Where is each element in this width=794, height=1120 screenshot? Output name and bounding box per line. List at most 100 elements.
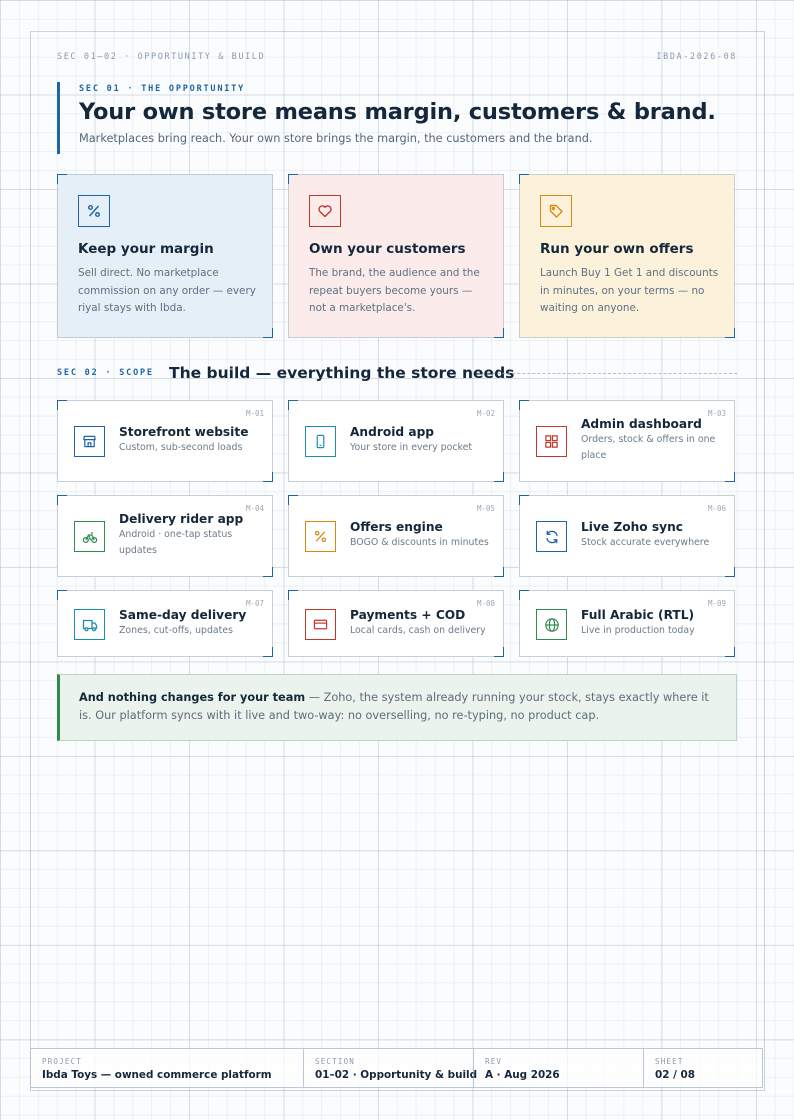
module-subtitle: Your store in every pocket (350, 442, 473, 453)
module-code: M-06 (707, 504, 726, 513)
module-subtitle: Local cards, cash on delivery (350, 625, 486, 636)
corner-mark (519, 174, 529, 184)
field-label: PROJECT (42, 1057, 83, 1066)
card-body: Sell direct. No marketplace commission o… (78, 267, 256, 315)
card-icon (305, 609, 336, 640)
module-title: Delivery rider app (119, 512, 244, 526)
corner-mark (288, 400, 298, 410)
corner-mark (263, 567, 273, 577)
corner-mark (494, 647, 504, 657)
module-card-offers: M-05 Offers engine BOGO & discounts in m… (288, 495, 504, 577)
corner-mark (263, 328, 273, 338)
corner-mark (57, 495, 67, 505)
module-subtitle: Android · one-tap status updates (119, 529, 233, 556)
module-card-delivery: M-07 Same-day delivery Zones, cut-offs, … (57, 590, 273, 657)
heart-icon (309, 195, 341, 227)
module-subtitle: BOGO & discounts in minutes (350, 537, 489, 548)
module-code: M-01 (245, 409, 264, 418)
card-title: Keep your margin (78, 241, 214, 257)
percent-icon (305, 521, 336, 552)
module-title: Full Arabic (RTL) (581, 608, 695, 622)
module-card-rider: M-04 Delivery rider app Android · one-ta… (57, 495, 273, 577)
tag-icon (540, 195, 572, 227)
section-reference: SEC 01–02 · OPPORTUNITY & BUILD (57, 52, 266, 62)
corner-mark (519, 400, 529, 410)
truck-icon (74, 609, 105, 640)
title-block-project: PROJECT Ibda Toys — owned commerce platf… (31, 1049, 303, 1087)
title-block-rev: REV A · Aug 2026 (473, 1049, 643, 1087)
corner-mark (725, 328, 735, 338)
section-eyebrow: SEC 01 · THE OPPORTUNITY (79, 84, 246, 94)
field-value: A · Aug 2026 (485, 1069, 560, 1081)
module-title: Storefront website (119, 425, 249, 439)
field-value: 01–02 · Opportunity & build (315, 1069, 478, 1081)
benefit-card-customers: Own your customers The brand, the audien… (288, 174, 504, 338)
corner-mark (725, 472, 735, 482)
module-subtitle: Live in production today (581, 625, 695, 636)
title-block-sheet: SHEET 02 / 08 (643, 1049, 762, 1087)
corner-mark (263, 647, 273, 657)
title-block: PROJECT Ibda Toys — owned commerce platf… (30, 1048, 763, 1088)
module-card-payments: M-08 Payments + COD Local cards, cash on… (288, 590, 504, 657)
section-eyebrow: SEC 02 · SCOPE (57, 368, 154, 378)
divider (477, 373, 737, 374)
phone-icon (305, 426, 336, 457)
page-title: Your own store means margin, customers &… (79, 99, 716, 125)
page-subtitle: Marketplaces bring reach. Your own store… (79, 132, 593, 145)
corner-mark (519, 590, 529, 600)
benefit-card-offers: Run your own offers Launch Buy 1 Get 1 a… (519, 174, 735, 338)
field-label: REV (485, 1057, 503, 1066)
document-id: IBDA-2026-08 (656, 52, 737, 62)
module-title: Offers engine (350, 520, 443, 534)
corner-mark (494, 328, 504, 338)
corner-mark (263, 472, 273, 482)
grid-icon (536, 426, 567, 457)
module-card-android: M-02 Android app Your store in every poc… (288, 400, 504, 482)
module-title: Android app (350, 425, 435, 439)
field-label: SHEET (655, 1057, 684, 1066)
sync-icon (536, 521, 567, 552)
field-value: Ibda Toys — owned commerce platform (42, 1069, 272, 1081)
module-code: M-09 (707, 599, 726, 608)
card-title: Run your own offers (540, 241, 694, 257)
module-subtitle: Custom, sub-second loads (119, 442, 243, 453)
module-subtitle: Zones, cut-offs, updates (119, 625, 233, 636)
corner-mark (494, 472, 504, 482)
corner-mark (519, 495, 529, 505)
card-body: Launch Buy 1 Get 1 and discounts in minu… (540, 267, 719, 315)
module-card-storefront: M-01 Storefront website Custom, sub-seco… (57, 400, 273, 482)
corner-mark (57, 400, 67, 410)
module-subtitle: Orders, stock & offers in one place (581, 434, 716, 461)
module-card-arabic: M-09 Full Arabic (RTL) Live in productio… (519, 590, 735, 657)
module-code: M-07 (245, 599, 264, 608)
module-card-admin: M-03 Admin dashboard Orders, stock & off… (519, 400, 735, 482)
globe-icon (536, 609, 567, 640)
module-code: M-02 (476, 409, 495, 418)
percent-icon (78, 195, 110, 227)
corner-mark (57, 590, 67, 600)
module-title: Live Zoho sync (581, 520, 683, 534)
module-title: Same-day delivery (119, 608, 247, 622)
module-code: M-08 (476, 599, 495, 608)
corner-mark (288, 174, 298, 184)
team-callout: And nothing changes for your team — Zoho… (57, 674, 737, 741)
module-card-zoho: M-06 Live Zoho sync Stock accurate every… (519, 495, 735, 577)
module-title: Admin dashboard (581, 417, 702, 431)
benefit-card-margin: Keep your margin Sell direct. No marketp… (57, 174, 273, 338)
corner-mark (725, 567, 735, 577)
field-value: 02 / 08 (655, 1069, 695, 1081)
corner-mark (494, 567, 504, 577)
callout-lead: And nothing changes for your team (79, 691, 306, 704)
module-subtitle: Stock accurate everywhere (581, 537, 710, 548)
field-label: SECTION (315, 1057, 356, 1066)
corner-mark (288, 590, 298, 600)
corner-mark (725, 647, 735, 657)
card-body: The brand, the audience and the repeat b… (309, 267, 480, 315)
card-title: Own your customers (309, 241, 466, 257)
opportunity-header: SEC 01 · THE OPPORTUNITY Your own store … (57, 82, 737, 154)
corner-mark (288, 495, 298, 505)
module-title: Payments + COD (350, 608, 466, 622)
section-title: The build — everything the store needs (169, 364, 515, 382)
bike-icon (74, 521, 105, 552)
title-block-section: SECTION 01–02 · Opportunity & build (303, 1049, 478, 1087)
